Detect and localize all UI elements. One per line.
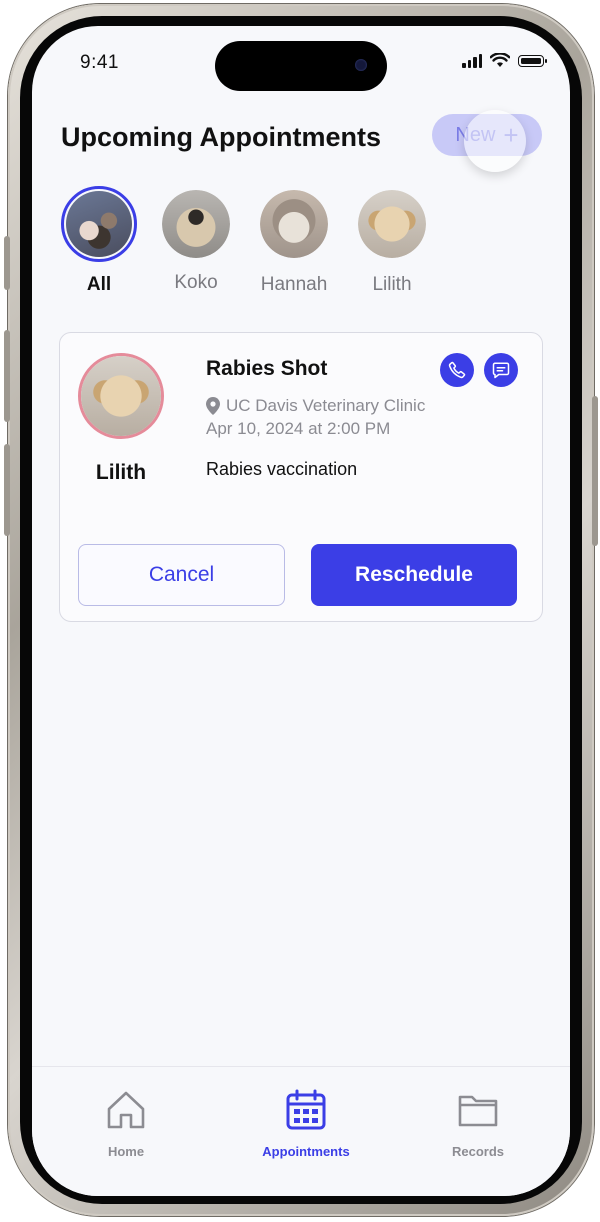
golden-puppy-photo (81, 356, 161, 436)
tab-label: Appointments (262, 1144, 350, 1159)
volume-down-button (4, 444, 10, 536)
pet-filter-lilith[interactable]: Lilith (342, 186, 442, 296)
cancel-button[interactable]: Cancel (78, 544, 285, 606)
status-bar: 9:41 (32, 26, 570, 96)
pet-filter-label: Lilith (372, 274, 412, 295)
page-title: Upcoming Appointments (61, 122, 381, 152)
pet-filter-hannah[interactable]: Hannah (244, 186, 344, 296)
pug-photo (162, 190, 230, 258)
appointment-pet-avatar (78, 353, 164, 439)
phone-icon (448, 361, 466, 379)
touch-indicator (464, 110, 526, 172)
tab-records[interactable]: Records (408, 1089, 548, 1159)
dynamic-island (215, 41, 387, 91)
tab-home[interactable]: Home (56, 1089, 196, 1159)
appointment-datetime: Apr 10, 2024 at 2:00 PM (206, 419, 391, 438)
action-button (4, 236, 10, 290)
wifi-icon (490, 53, 510, 67)
status-time: 9:41 (80, 52, 119, 73)
pet-filter-all[interactable]: All (49, 186, 149, 296)
power-button (592, 396, 598, 546)
call-button[interactable] (440, 353, 474, 387)
pet-filter-label: Hannah (260, 274, 328, 295)
location-pin-icon (206, 397, 220, 415)
camera-icon (355, 59, 367, 71)
tab-label: Records (451, 1144, 505, 1159)
pet-filter-label: Koko (174, 272, 218, 293)
clinic-name: UC Davis Veterinary Clinic (226, 396, 426, 415)
message-button[interactable] (484, 353, 518, 387)
pet-avatar (162, 190, 230, 258)
appointment-notes: Rabies vaccination (206, 459, 358, 479)
pet-avatar (260, 190, 328, 258)
reschedule-button[interactable]: Reschedule (311, 544, 517, 606)
golden-puppy-photo (358, 190, 426, 258)
appointment-title: Rabies Shot (206, 357, 328, 380)
tab-bar: Home Appointments Records (32, 1066, 570, 1196)
pet-filter-label: All (86, 274, 112, 295)
folder-icon (458, 1095, 498, 1127)
pet-filter-row: All Koko Hannah Lilith (32, 186, 570, 306)
volume-up-button (4, 330, 10, 422)
status-icons (462, 53, 547, 68)
appointment-pet-name: Lilith (95, 461, 147, 484)
appointment-clinic: UC Davis Veterinary Clinic (206, 396, 425, 416)
app-screen: 9:41 Upcoming Appointments New + All Kok… (32, 26, 570, 1196)
cat-photo (260, 190, 328, 258)
tab-label: Home (107, 1144, 145, 1159)
pet-avatar (358, 190, 426, 258)
home-icon (107, 1091, 145, 1129)
tab-appointments[interactable]: Appointments (236, 1089, 376, 1159)
battery-icon (518, 54, 547, 67)
cellular-signal-icon (462, 53, 482, 68)
pet-avatar (61, 186, 137, 262)
calendar-icon (286, 1089, 326, 1130)
message-icon (492, 362, 510, 379)
group-photo (66, 191, 132, 257)
appointment-card: Lilith Rabies Shot UC Davis Veterinary C… (59, 332, 543, 622)
pet-filter-koko[interactable]: Koko (146, 186, 246, 294)
